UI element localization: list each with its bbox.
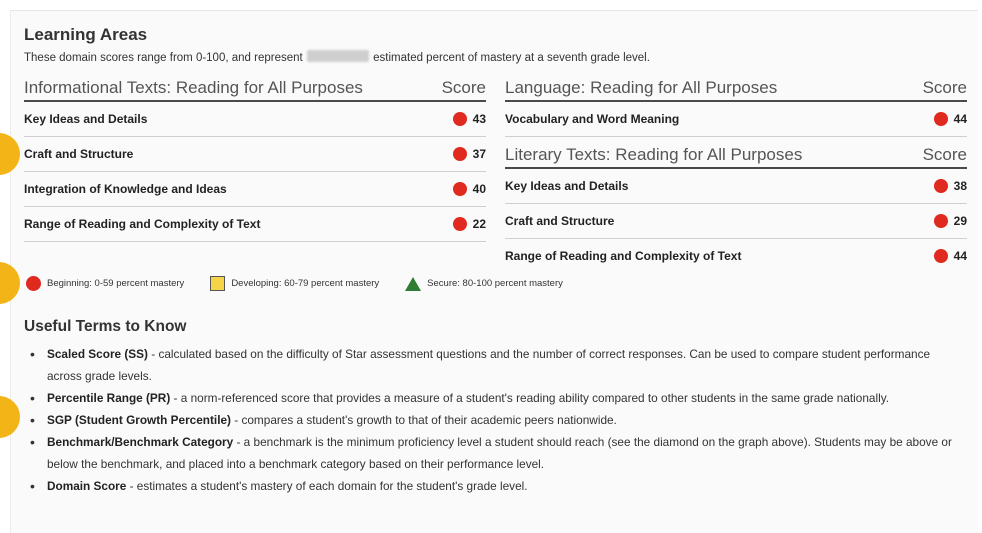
terms-list: Scaled Score (SS) - calculated based on … bbox=[24, 343, 964, 497]
term-description: - calculated based on the difficulty of … bbox=[47, 347, 931, 383]
term-name: Percentile Range (PR) bbox=[47, 391, 171, 405]
domain-label: Key Ideas and Details bbox=[505, 179, 629, 193]
table-row: Key Ideas and Details 43 bbox=[24, 102, 486, 137]
table-header: Literary Texts: Reading for All Purposes… bbox=[505, 141, 967, 169]
term-description: - estimates a student's mastery of each … bbox=[126, 479, 528, 493]
list-item: Domain Score - estimates a student's mas… bbox=[24, 475, 964, 497]
table-row: Key Ideas and Details 38 bbox=[505, 169, 967, 204]
domain-score: 29 bbox=[953, 214, 967, 228]
score-column-header: Score bbox=[441, 78, 486, 97]
domain-label: Range of Reading and Complexity of Text bbox=[24, 217, 261, 231]
legend-label: Developing: 60-79 percent mastery bbox=[231, 278, 380, 289]
yellow-square-icon bbox=[210, 276, 226, 291]
list-item: Percentile Range (PR) - a norm-reference… bbox=[24, 387, 964, 409]
table-row: Vocabulary and Word Meaning 44 bbox=[505, 102, 967, 137]
beginning-dot-icon bbox=[452, 217, 467, 231]
term-name: Benchmark/Benchmark Category bbox=[47, 435, 234, 449]
legend-item-beginning: Beginning: 0-59 percent mastery bbox=[26, 276, 184, 291]
legend-label: Secure: 80-100 percent mastery bbox=[427, 278, 563, 289]
literary-texts-table: Literary Texts: Reading for All Purposes… bbox=[505, 141, 967, 273]
table-heading: Literary Texts: Reading for All Purposes bbox=[505, 145, 803, 164]
term-description: - compares a student's growth to that of… bbox=[230, 413, 617, 427]
list-item: Benchmark/Benchmark Category - a benchma… bbox=[24, 431, 964, 475]
beginning-dot-icon bbox=[933, 214, 948, 228]
score-column-header: Score bbox=[922, 78, 967, 97]
table-heading: Informational Texts: Reading for All Pur… bbox=[24, 78, 363, 97]
beginning-dot-icon bbox=[452, 182, 467, 196]
table-row: Integration of Knowledge and Ideas 40 bbox=[24, 172, 486, 207]
domain-score: 40 bbox=[472, 182, 486, 196]
score-column-header: Score bbox=[922, 145, 967, 164]
list-item: SGP (Student Growth Percentile) - compar… bbox=[24, 409, 964, 431]
beginning-dot-icon bbox=[933, 179, 948, 193]
terms-title: Useful Terms to Know bbox=[24, 318, 187, 335]
domain-label: Integration of Knowledge and Ideas bbox=[24, 182, 227, 196]
term-description: - a norm-referenced score that provides … bbox=[170, 391, 890, 405]
term-name: Scaled Score (SS) bbox=[47, 347, 148, 361]
domain-label: Range of Reading and Complexity of Text bbox=[505, 249, 742, 263]
green-triangle-icon bbox=[405, 276, 422, 291]
informational-texts-table: Informational Texts: Reading for All Pur… bbox=[24, 74, 486, 242]
language-table: Language: Reading for All Purposes Score… bbox=[505, 74, 967, 137]
domain-label: Craft and Structure bbox=[24, 147, 134, 161]
domain-score: 44 bbox=[953, 249, 967, 263]
beginning-dot-icon bbox=[933, 249, 948, 263]
term-name: SGP (Student Growth Percentile) bbox=[47, 413, 231, 427]
legend-item-secure: Secure: 80-100 percent mastery bbox=[405, 276, 563, 291]
domain-score: 38 bbox=[953, 179, 967, 193]
table-heading: Language: Reading for All Purposes bbox=[505, 78, 778, 97]
table-header: Informational Texts: Reading for All Pur… bbox=[24, 74, 486, 102]
table-row: Craft and Structure 29 bbox=[505, 204, 967, 239]
table-row: Range of Reading and Complexity of Text … bbox=[24, 207, 486, 242]
table-row: Craft and Structure 37 bbox=[24, 137, 486, 172]
mastery-legend: Beginning: 0-59 percent mastery Developi… bbox=[26, 276, 589, 291]
table-row: Range of Reading and Complexity of Text … bbox=[505, 239, 967, 273]
legend-item-developing: Developing: 60-79 percent mastery bbox=[210, 276, 379, 291]
domain-label: Key Ideas and Details bbox=[24, 112, 148, 126]
domain-label: Vocabulary and Word Meaning bbox=[505, 112, 680, 126]
red-circle-icon bbox=[26, 276, 41, 291]
beginning-dot-icon bbox=[933, 112, 948, 126]
list-item: Scaled Score (SS) - calculated based on … bbox=[24, 343, 964, 387]
redacted-name bbox=[306, 50, 369, 62]
table-header: Language: Reading for All Purposes Score bbox=[505, 74, 967, 102]
domain-score: 22 bbox=[472, 217, 486, 231]
domain-score: 37 bbox=[472, 147, 486, 161]
section-subtitle: These domain scores range from 0-100, an… bbox=[24, 50, 650, 64]
domain-score: 44 bbox=[953, 112, 967, 126]
term-name: Domain Score bbox=[47, 479, 127, 493]
beginning-dot-icon bbox=[452, 112, 467, 126]
beginning-dot-icon bbox=[452, 147, 467, 161]
legend-label: Beginning: 0-59 percent mastery bbox=[47, 278, 185, 289]
domain-label: Craft and Structure bbox=[505, 214, 615, 228]
domain-score: 43 bbox=[472, 112, 486, 126]
section-title: Learning Areas bbox=[24, 25, 148, 44]
